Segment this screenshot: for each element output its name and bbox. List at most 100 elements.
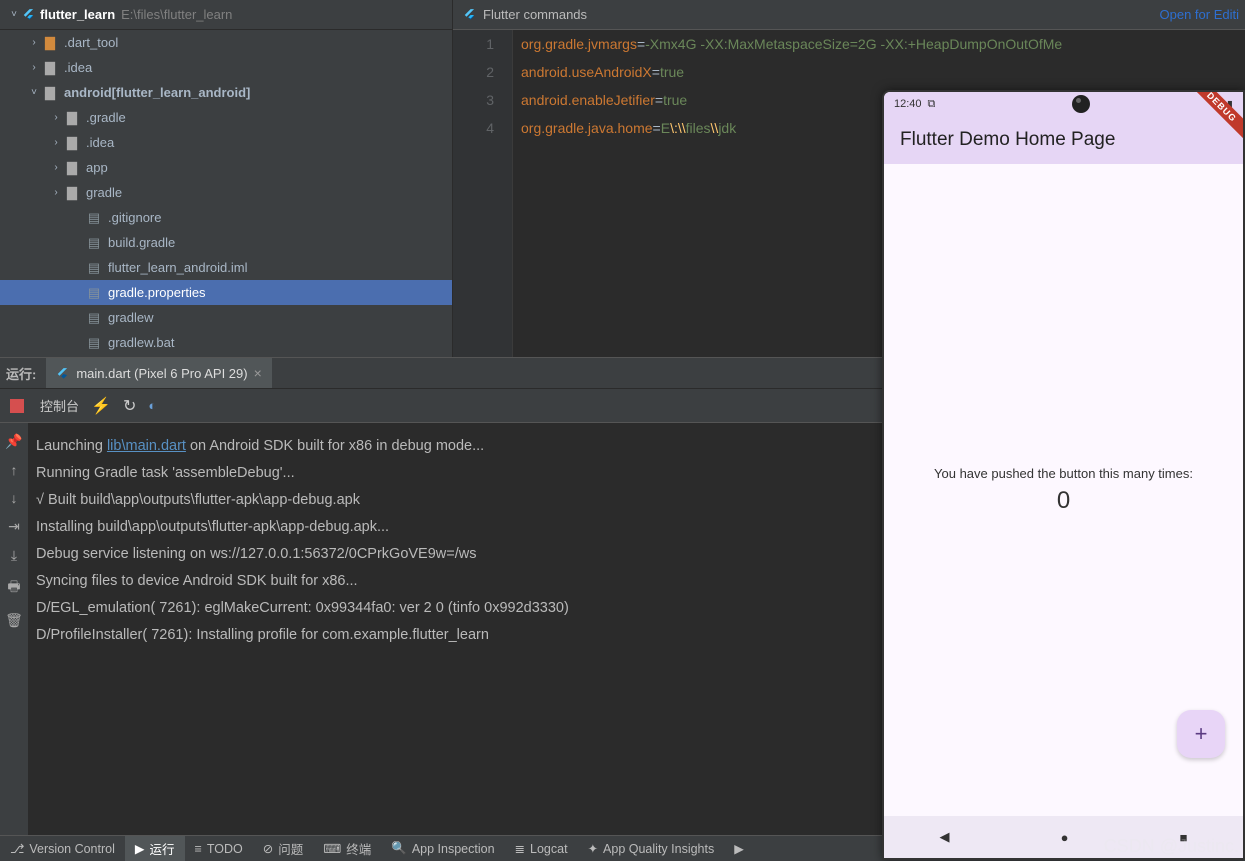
chevron-icon: › [26, 62, 42, 73]
tree-item-label: .dart_tool [64, 35, 118, 50]
file-icon: ▤ [86, 285, 102, 301]
warn-icon: ⊘ [263, 841, 273, 856]
file-icon: ▤ [86, 335, 102, 351]
tree-item-gradle[interactable]: ›▇ gradle [0, 180, 452, 205]
tree-item-label: .idea [64, 60, 92, 75]
pin-icon[interactable]: 📌 [5, 433, 22, 450]
terminal-button[interactable]: ⌨终端 [313, 836, 381, 861]
back-icon[interactable]: ◀ [940, 829, 950, 845]
quality-icon: ✦ [588, 841, 598, 856]
branch-icon: ⎇ [10, 841, 24, 856]
run-side-toolbar: 📌 ↑ ↓ ⇥ ⤓ 🖶 🗑 [0, 423, 28, 835]
tree-item-label: gradlew [108, 310, 154, 325]
tree-item-gradle-properties[interactable]: ▤ gradle.properties [0, 280, 452, 305]
chevron-icon: › [48, 187, 64, 198]
version-control-button[interactable]: ⎇Version Control [0, 836, 125, 861]
tree-item--gitignore[interactable]: ▤ .gitignore [0, 205, 452, 230]
tree-item--dart_tool[interactable]: ›▇ .dart_tool [0, 30, 452, 55]
tree-item-build-gradle[interactable]: ▤build.gradle [0, 230, 452, 255]
editor-tab-label[interactable]: Flutter commands [483, 7, 587, 22]
devtools-icon[interactable]: ◐ [148, 398, 156, 413]
flutter-icon [463, 7, 477, 23]
app-quality-button[interactable]: ✦App Quality Insights [578, 836, 725, 861]
chevron-icon: › [26, 37, 42, 48]
run-button[interactable]: ▶运行 [125, 836, 185, 861]
folder-icon: ▇ [64, 185, 80, 201]
run-config-tab[interactable]: main.dart (Pixel 6 Pro API 29) × [46, 358, 271, 388]
logcat-button[interactable]: ≣Logcat [505, 836, 578, 861]
counter-label: You have pushed the button this many tim… [934, 466, 1193, 481]
hot-reload-icon[interactable]: ⚡ [91, 396, 111, 416]
chevron-icon: › [48, 112, 64, 123]
editor-tabbar: Flutter commands Open for Editi [453, 0, 1245, 30]
run-tab-label: main.dart (Pixel 6 Pro API 29) [76, 366, 247, 381]
list-icon: ≡ [195, 842, 202, 856]
file-icon: ▤ [86, 310, 102, 326]
project-tree-header[interactable]: ˅ flutter_learn E:\files\flutter_learn [0, 0, 452, 30]
down-icon[interactable]: ↓ [11, 490, 18, 506]
app-inspection-button[interactable]: 🔍App Inspection [381, 836, 504, 861]
stop-button[interactable] [10, 399, 24, 413]
plus-icon: + [1195, 721, 1208, 747]
up-icon[interactable]: ↑ [11, 462, 18, 478]
project-path: E:\files\flutter_learn [121, 7, 232, 22]
line-gutter: 1234 [453, 30, 513, 357]
problems-button[interactable]: ⊘问题 [253, 836, 314, 861]
tree-item-flutter_learn_android-iml[interactable]: ▤ flutter_learn_android.iml [0, 255, 452, 280]
app-body: You have pushed the button this many tim… [884, 164, 1243, 816]
flutter-icon [22, 7, 36, 23]
print-icon[interactable]: 🖶 [7, 576, 20, 600]
tree-item-label: gradlew.bat [108, 335, 175, 350]
folder-icon: ▇ [64, 110, 80, 126]
tree-item-android[interactable]: ˅▇android [flutter_learn_android] [0, 80, 452, 105]
tree-item--idea[interactable]: ›▇ .idea [0, 55, 452, 80]
inspect-icon: 🔍 [391, 841, 407, 856]
logcat-icon: ≣ [515, 841, 525, 856]
main-dart-link[interactable]: lib\main.dart [107, 438, 186, 454]
file-icon: ▤ [86, 210, 102, 226]
todo-button[interactable]: ≡TODO [185, 836, 253, 861]
home-icon[interactable]: ● [1061, 830, 1069, 845]
folder-icon: ▇ [42, 60, 58, 76]
chevron-down-icon: ˅ [6, 9, 22, 20]
fab-add-button[interactable]: + [1177, 710, 1225, 758]
app-bar: Flutter Demo Home Page [884, 116, 1243, 164]
tree-item--gradle[interactable]: ›▇.gradle [0, 105, 452, 130]
clock-label: 12:40 [894, 98, 922, 110]
tree-item-app[interactable]: ›▇app [0, 155, 452, 180]
project-tree: ˅ flutter_learn E:\files\flutter_learn ›… [0, 0, 453, 357]
close-icon[interactable]: × [254, 365, 262, 381]
console-toggle[interactable]: 控制台 [40, 396, 79, 415]
chevron-icon: › [48, 162, 64, 173]
project-name: flutter_learn [40, 7, 115, 22]
tree-item--idea[interactable]: ›▇ .idea [0, 130, 452, 155]
chevron-icon: › [48, 137, 64, 148]
tree-item-label: .idea [86, 135, 114, 150]
emulator-window: DEBUG 12:40 ⧉ ▮ Flutter Demo Home Page Y… [882, 90, 1245, 860]
play-icon: ▶ [135, 841, 145, 856]
tree-item-label: gradle.properties [108, 285, 206, 300]
play-icon: ▶ [734, 841, 744, 856]
tree-item-label: build.gradle [108, 235, 175, 250]
trash-icon[interactable]: 🗑 [5, 612, 23, 629]
hot-restart-icon[interactable]: ↻ [123, 396, 136, 416]
tree-item-gradlew[interactable]: ▤ gradlew [0, 305, 452, 330]
tree-item-label: gradle [86, 185, 122, 200]
file-icon: ▤ [86, 260, 102, 276]
tree-item-label: android [64, 85, 112, 100]
tree-item-label: app [86, 160, 108, 175]
emulator-nav-bar: ◀ ● ■ [884, 816, 1243, 858]
wifi-icon: ⧉ [928, 98, 936, 111]
recent-icon[interactable]: ■ [1180, 830, 1188, 845]
open-for-editing-link[interactable]: Open for Editi [1160, 7, 1240, 22]
tree-item-label: flutter_learn_android.iml [108, 260, 247, 275]
wrap-icon[interactable]: ⇥ [8, 518, 20, 535]
folder-icon: ▇ [64, 135, 80, 151]
folder-icon: ▇ [42, 35, 58, 51]
scroll-icon[interactable]: ⤓ [11, 547, 17, 564]
chevron-icon: ˅ [26, 87, 42, 98]
tree-item-gradlew-bat[interactable]: ▤ gradlew.bat [0, 330, 452, 355]
tree-item-label: .gitignore [108, 210, 161, 225]
tree-item-suffix: [flutter_learn_android] [112, 85, 251, 100]
more-button[interactable]: ▶ [724, 836, 754, 861]
